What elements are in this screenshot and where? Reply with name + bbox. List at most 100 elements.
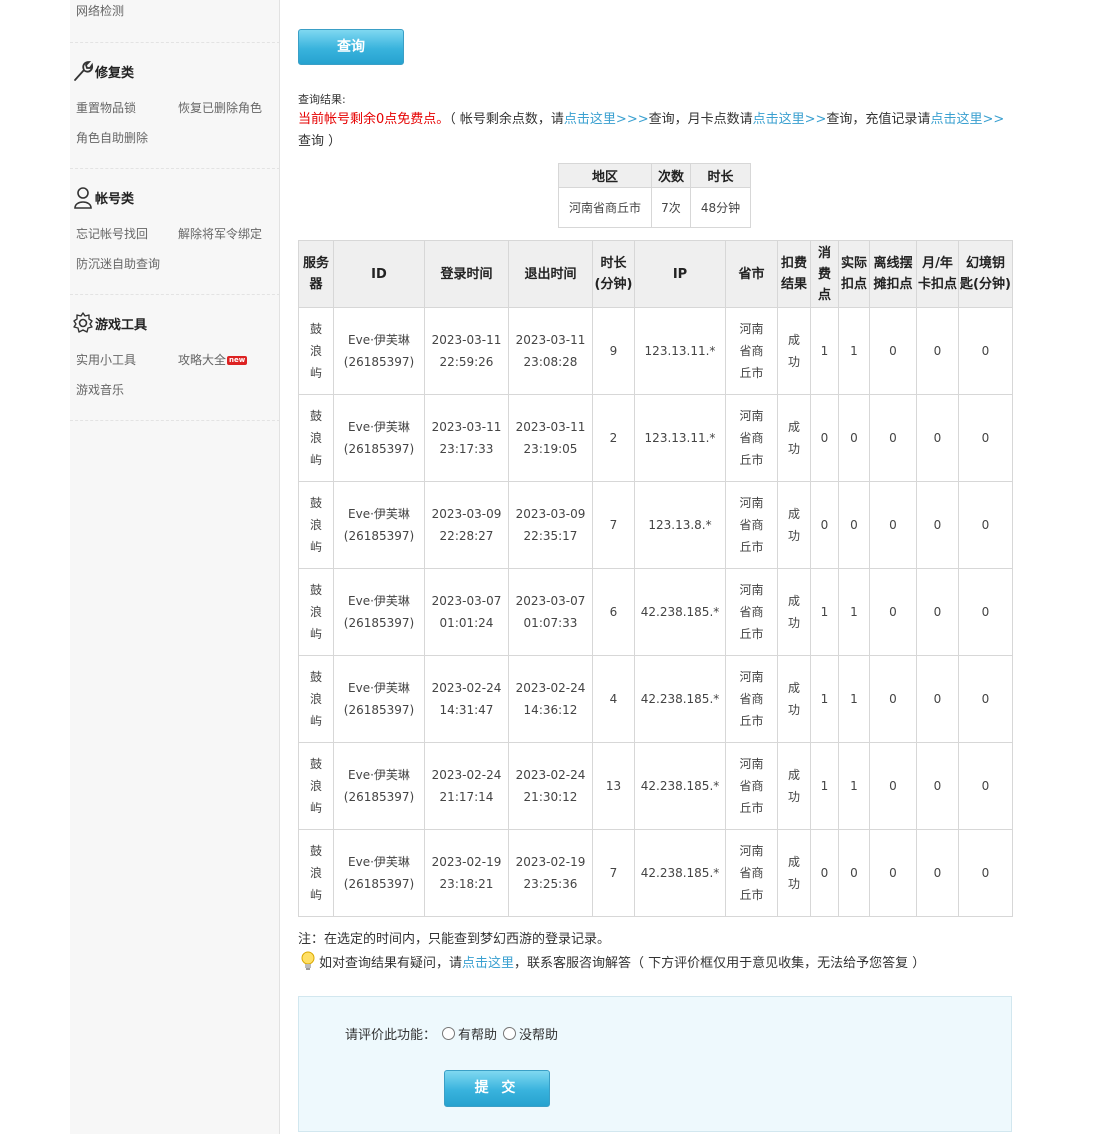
sidebar-item-recover-account[interactable]: 忘记帐号找回	[76, 225, 178, 242]
feedback-row: 请评价此功能： 有帮助 没帮助	[345, 1024, 558, 1043]
cell-charge-result: 成功	[777, 742, 811, 830]
cell-text: 0	[889, 692, 897, 706]
cell-text: 2023-02-19	[431, 855, 502, 869]
submit-button[interactable]: 提 交	[444, 1070, 550, 1107]
free-points-text: 当前帐号剩余0点免费点。	[298, 112, 450, 127]
not-helpful-label[interactable]: 没帮助	[519, 1024, 558, 1043]
cell-text: 21:30:12	[523, 790, 578, 804]
table-row: 鼓浪屿 Eve·伊芙琳 (26185397) 2023-02-19 23:18:21 20…	[298, 829, 1013, 917]
cell-text: 成功	[787, 681, 800, 717]
cell-consume-points: 0	[810, 481, 839, 569]
table-row: 鼓浪屿 Eve·伊芙琳 (26185397) 2023-03-09 22:28:27 20…	[298, 481, 1013, 569]
cell-id: Eve·伊芙琳 (26185397)	[333, 655, 425, 743]
cell-text: (26185397)	[343, 877, 415, 891]
cell-text: 成功	[787, 768, 800, 804]
cell-text: (26185397)	[343, 442, 415, 456]
cell-text: 鼓浪屿	[309, 670, 322, 728]
column-header-id: ID	[333, 240, 425, 308]
cell-text: 14:36:12	[523, 703, 578, 717]
cell-text: 0	[981, 344, 990, 358]
cell-text: 0	[981, 866, 990, 880]
cell-server: 鼓浪屿	[298, 829, 334, 917]
sidebar-item-anti-addiction[interactable]: 防沉迷自助查询	[76, 255, 181, 272]
cell-city: 河南省商丘市	[725, 481, 778, 569]
cell-text: 2023-03-11	[431, 420, 502, 434]
not-helpful-radio[interactable]	[503, 1027, 517, 1040]
cell-text: 0	[933, 779, 942, 793]
cell-card-points: 0	[916, 655, 959, 743]
cell-login-time: 2023-03-11 22:59:26	[424, 307, 509, 395]
sidebar-group-tools: 游戏工具 实用小工具 攻略大全 new 游戏音乐	[70, 310, 280, 404]
cell-consume-points: 0	[810, 829, 839, 917]
cell-text: 鼓浪屿	[309, 322, 322, 380]
cell-text: 2	[609, 431, 618, 445]
cell-illusion-key: 0	[958, 829, 1013, 917]
cell-text: 01:01:24	[439, 616, 494, 630]
cell-text: 2023-03-07	[515, 594, 586, 608]
sidebar-item-game-music[interactable]: 游戏音乐	[76, 381, 181, 398]
cell-actual-points: 0	[838, 481, 870, 569]
group-title: 帐号类	[95, 191, 135, 207]
sidebar-item-strategy-guide[interactable]: 攻略大全 new	[178, 351, 280, 368]
divider	[70, 168, 280, 169]
cell-text: 0	[981, 692, 990, 706]
group-header: 帐号类	[70, 184, 280, 210]
sidebar-item-utility-tools[interactable]: 实用小工具	[76, 351, 178, 368]
cell-text: 0	[933, 866, 942, 880]
cell-illusion-key: 0	[958, 307, 1013, 395]
sidebar-item-restore-role[interactable]: 恢复已删除角色	[178, 99, 280, 116]
cell-text: 0	[981, 779, 990, 793]
cell-text: (26185397)	[343, 703, 415, 717]
cell-text: 鼓浪屿	[309, 844, 322, 902]
cell-text: 0	[820, 866, 829, 880]
cell-text: 成功	[787, 507, 800, 543]
cell-ip: 42.238.185.*	[634, 829, 726, 917]
cell-offline-stall-points: 0	[869, 307, 917, 395]
cell-server: 鼓浪屿	[298, 307, 334, 395]
cell-text: 河南省商丘市	[739, 670, 764, 728]
cell-text: 2023-03-11	[431, 333, 502, 347]
sidebar-item-reset-item-lock[interactable]: 重置物品锁	[76, 99, 178, 116]
cell-text: 1	[850, 344, 858, 358]
sidebar-item-delete-role[interactable]: 角色自助删除	[76, 129, 181, 146]
cell-login-time: 2023-03-11 23:17:33	[424, 394, 509, 482]
contact-support-link[interactable]: 点击这里	[462, 952, 514, 971]
cell-login-time: 2023-02-24 21:17:14	[424, 742, 509, 830]
table-row: 鼓浪屿 Eve·伊芙琳 (26185397) 2023-03-07 01:01:24 20…	[298, 568, 1013, 656]
cell-card-points: 0	[916, 568, 959, 656]
cell-text: 22:35:17	[523, 529, 578, 543]
cell-text: 1	[850, 605, 858, 619]
table-row: 鼓浪屿 Eve·伊芙琳 (26185397) 2023-03-11 22:59:26 20…	[298, 307, 1013, 395]
monthly-card-link[interactable]: 点击这里>>	[753, 112, 827, 127]
cell-duration: 7	[592, 481, 635, 569]
helpful-label[interactable]: 有帮助	[458, 1024, 497, 1043]
lightbulb-icon	[298, 950, 318, 972]
column-header-duration: 时长(分钟)	[592, 240, 635, 308]
cell-text: 1	[820, 605, 829, 619]
notice-text: 查询 ）	[298, 134, 342, 149]
sidebar-item-unbind-token[interactable]: 解除将军令绑定	[178, 225, 280, 242]
cell-text: 42.238.185.*	[640, 779, 720, 793]
help-text: ，联系客服咨询解答（ 下方评价框仅用于意见收集，无法给予您答复 ）	[514, 955, 926, 971]
cell-ip: 123.13.8.*	[634, 481, 726, 569]
cell-ip: 42.238.185.*	[634, 742, 726, 830]
cell-id: Eve·伊芙琳 (26185397)	[333, 394, 425, 482]
notice-text: 查询，充值记录请	[826, 112, 931, 127]
cell-text: 河南省商丘市	[739, 322, 764, 380]
cell-logout-time: 2023-02-24 14:36:12	[508, 655, 593, 743]
cell-text: 鼓浪屿	[309, 409, 322, 467]
cell-text: 河南省商丘市	[739, 844, 764, 902]
sidebar-link-network-check[interactable]: 网络检测	[76, 2, 124, 19]
recharge-records-link[interactable]: 点击这里>>	[930, 112, 1004, 127]
cell-text: 42.238.185.*	[640, 692, 720, 706]
cell-text: 0	[820, 431, 829, 445]
cell-text: 2023-03-11	[515, 420, 586, 434]
cell-duration: 13	[592, 742, 635, 830]
cell-consume-points: 1	[810, 568, 839, 656]
query-button[interactable]: 查询	[298, 29, 404, 65]
help-line: 如对查询结果有疑问，请 点击这里 ，联系客服咨询解答（ 下方评价框仅用于意见收集，无…	[298, 950, 925, 972]
cell-text: 2023-03-09	[431, 507, 502, 521]
helpful-radio[interactable]	[442, 1027, 456, 1040]
cell-text: 14:31:47	[439, 703, 494, 717]
account-points-link[interactable]: 点击这里>>>	[564, 112, 649, 127]
